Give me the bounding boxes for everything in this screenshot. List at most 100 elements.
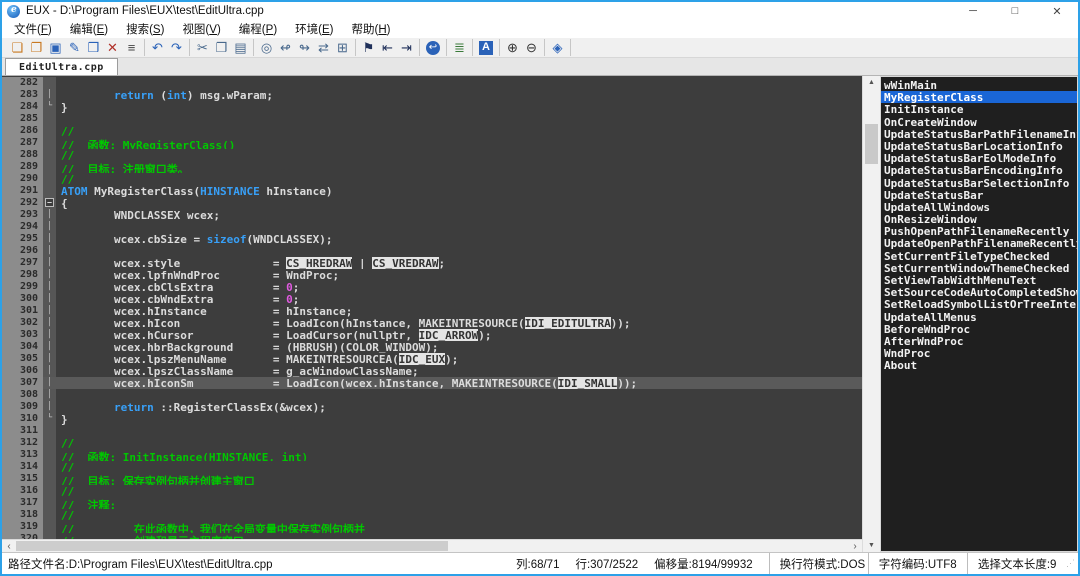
line-number[interactable]: 302 — [2, 317, 43, 329]
code-text[interactable]: return (int) msg.wParam; — [56, 89, 862, 101]
code-line-288[interactable]: 288// — [2, 149, 862, 161]
code-editor[interactable]: 282283│ return (int) msg.wParam;284└}285… — [2, 76, 862, 539]
scroll-right-arrow-icon[interactable]: › — [848, 540, 862, 552]
line-number[interactable]: 293 — [2, 209, 43, 221]
code-line-299[interactable]: 299│ wcex.cbClsExtra = 0; — [2, 281, 862, 293]
code-text[interactable] — [56, 113, 862, 125]
code-text[interactable]: wcex.hInstance = hInstance; — [56, 305, 862, 317]
horizontal-scroll-thumb[interactable] — [16, 541, 448, 551]
line-number[interactable]: 313 — [2, 449, 43, 461]
fold-margin[interactable] — [43, 449, 56, 461]
code-line-285[interactable]: 285 — [2, 113, 862, 125]
fold-margin[interactable]: │ — [43, 365, 56, 377]
fold-collapse-icon[interactable]: − — [45, 198, 54, 207]
function-item-UpdateStatusBarEolModeInfo[interactable]: UpdateStatusBarEolModeInfo — [881, 152, 1077, 164]
redo-icon[interactable]: ↷ — [167, 39, 186, 56]
scroll-down-arrow-icon[interactable]: ▼ — [863, 539, 880, 552]
navigate-back-icon[interactable]: ↩ — [426, 41, 440, 55]
code-text[interactable] — [56, 77, 862, 89]
copy-icon[interactable]: ❐ — [212, 39, 231, 56]
save-all-icon[interactable]: ❒ — [84, 39, 103, 56]
menu-item-f-0[interactable]: 文件(F) — [5, 21, 61, 37]
line-number[interactable]: 306 — [2, 365, 43, 377]
code-line-305[interactable]: 305│ wcex.lpszMenuName = MAKEINTRESOURCE… — [2, 353, 862, 365]
find-next-icon[interactable]: ↬ — [295, 39, 314, 56]
function-item-UpdateStatusBarSelectionInfo[interactable]: UpdateStatusBarSelectionInfo — [881, 177, 1077, 189]
scroll-up-arrow-icon[interactable]: ▲ — [863, 76, 880, 89]
line-number[interactable]: 283 — [2, 89, 43, 101]
code-line-292[interactable]: 292−{ — [2, 197, 862, 209]
code-line-300[interactable]: 300│ wcex.cbWndExtra = 0; — [2, 293, 862, 305]
code-text[interactable]: // 在此函数中，我们在全局变量中保存实例句柄并 — [56, 521, 862, 533]
close-button[interactable]: ✕ — [1036, 2, 1078, 20]
fold-margin[interactable]: │ — [43, 353, 56, 365]
line-number[interactable]: 305 — [2, 353, 43, 365]
code-line-304[interactable]: 304│ wcex.hbrBackground = (HBRUSH)(COLOR… — [2, 341, 862, 353]
code-text[interactable]: // — [56, 125, 862, 137]
code-text[interactable]: return ::RegisterClassEx(&wcex); — [56, 401, 862, 413]
open-file-icon[interactable]: ❐ — [27, 39, 46, 56]
code-text[interactable]: wcex.lpszMenuName = MAKEINTRESOURCEA(IDC… — [56, 353, 862, 365]
code-text[interactable]: // — [56, 437, 862, 449]
code-text[interactable]: ATOM MyRegisterClass(HINSTANCE hInstance… — [56, 185, 862, 197]
fold-margin[interactable]: │ — [43, 401, 56, 413]
code-text[interactable]: wcex.cbClsExtra = 0; — [56, 281, 862, 293]
line-number[interactable]: 308 — [2, 389, 43, 401]
line-number[interactable]: 311 — [2, 425, 43, 437]
zoom-in-icon[interactable]: ⊕ — [503, 39, 522, 56]
code-line-314[interactable]: 314// — [2, 461, 862, 473]
code-text[interactable]: // 目标: 保存实例句柄并创建主窗口 — [56, 473, 862, 485]
menu-item-p-4[interactable]: 编程(P) — [230, 21, 286, 37]
fold-margin[interactable]: │ — [43, 341, 56, 353]
line-number[interactable]: 290 — [2, 173, 43, 185]
code-line-307[interactable]: 307│ wcex.hIconSm = LoadIcon(wcex.hInsta… — [2, 377, 862, 389]
code-line-283[interactable]: 283│ return (int) msg.wParam; — [2, 89, 862, 101]
maximize-button[interactable]: □ — [994, 2, 1036, 20]
fold-margin[interactable] — [43, 461, 56, 473]
code-text[interactable]: // — [56, 509, 862, 521]
line-number[interactable]: 294 — [2, 221, 43, 233]
fold-margin[interactable] — [43, 425, 56, 437]
format-marks-icon[interactable]: ≣ — [450, 39, 469, 56]
function-item-BeforeWndProc[interactable]: BeforeWndProc — [881, 323, 1077, 335]
fold-margin[interactable]: │ — [43, 257, 56, 269]
code-line-308[interactable]: 308│ — [2, 389, 862, 401]
fold-margin[interactable]: │ — [43, 245, 56, 257]
code-text[interactable]: WNDCLASSEX wcex; — [56, 209, 862, 221]
fold-margin[interactable] — [43, 437, 56, 449]
line-number[interactable]: 299 — [2, 281, 43, 293]
undo-icon[interactable]: ↶ — [148, 39, 167, 56]
prev-bookmark-icon[interactable]: ⇤ — [378, 39, 397, 56]
fold-margin[interactable] — [43, 173, 56, 185]
function-item-AfterWndProc[interactable]: AfterWndProc — [881, 335, 1077, 347]
line-number[interactable]: 304 — [2, 341, 43, 353]
code-text[interactable]: wcex.hCursor = LoadCursor(nullptr, IDC_A… — [56, 329, 862, 341]
fold-margin[interactable] — [43, 497, 56, 509]
fold-margin[interactable]: └ — [43, 101, 56, 113]
line-number[interactable]: 282 — [2, 77, 43, 89]
code-line-295[interactable]: 295│ wcex.cbSize = sizeof(WNDCLASSEX); — [2, 233, 862, 245]
function-item-OnResizeWindow[interactable]: OnResizeWindow — [881, 213, 1077, 225]
syntax-highlight-icon[interactable]: A — [479, 41, 493, 55]
file-list-icon[interactable]: ≡ — [122, 39, 141, 56]
code-line-296[interactable]: 296│ — [2, 245, 862, 257]
function-item-UpdateStatusBarLocationInfo[interactable]: UpdateStatusBarLocationInfo — [881, 140, 1077, 152]
code-text[interactable]: wcex.hbrBackground = (HBRUSH)(COLOR_WIND… — [56, 341, 862, 353]
function-item-SetSourceCodeAutoCompletedShowAft[interactable]: SetSourceCodeAutoCompletedShowAft — [881, 286, 1077, 298]
line-number[interactable]: 296 — [2, 245, 43, 257]
horizontal-scrollbar[interactable]: ‹ › — [2, 539, 862, 552]
function-item-UpdateOpenPathFilenameRecently[interactable]: UpdateOpenPathFilenameRecently — [881, 237, 1077, 249]
fold-margin[interactable] — [43, 77, 56, 89]
fold-margin[interactable] — [43, 137, 56, 149]
line-number[interactable]: 310 — [2, 413, 43, 425]
function-item-MyRegisterClass[interactable]: MyRegisterClass — [881, 91, 1077, 103]
line-number[interactable]: 301 — [2, 305, 43, 317]
code-text[interactable]: // 目标: 注册窗口类。 — [56, 161, 862, 173]
fold-margin[interactable]: │ — [43, 293, 56, 305]
function-item-UpdateStatusBarPathFilenameInfo[interactable]: UpdateStatusBarPathFilenameInfo — [881, 128, 1077, 140]
function-item-UpdateAllWindows[interactable]: UpdateAllWindows — [881, 201, 1077, 213]
line-number[interactable]: 295 — [2, 233, 43, 245]
code-text[interactable] — [56, 221, 862, 233]
code-line-306[interactable]: 306│ wcex.lpszClassName = g_acWindowClas… — [2, 365, 862, 377]
toggle-bookmark-icon[interactable]: ⚑ — [359, 39, 378, 56]
